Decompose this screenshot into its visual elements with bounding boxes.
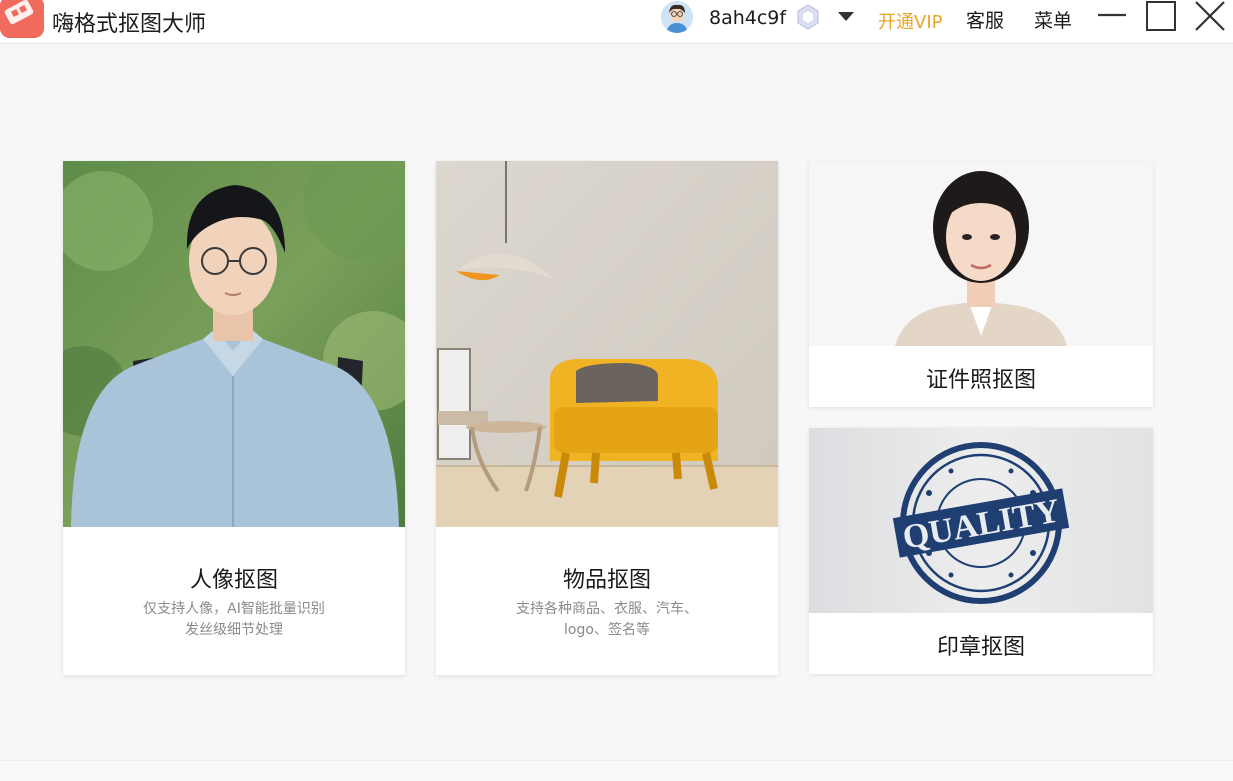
chevron-down-icon[interactable] <box>836 8 856 24</box>
app-title: 嗨格式抠图大师 <box>52 12 207 37</box>
stamp-image: QUALITY <box>809 428 1153 613</box>
id-photo-cutout-card[interactable]: 证件照抠图 <box>809 161 1153 407</box>
vip-badge-icon <box>795 3 821 31</box>
minimize-icon[interactable] <box>1094 0 1130 34</box>
portrait-card-title: 人像抠图 <box>189 568 278 593</box>
portrait-photo <box>63 161 405 527</box>
object-desc-line-2: logo、签名等 <box>564 622 650 638</box>
portrait-cutout-card[interactable]: 人像抠图 仅支持人像，AI智能批量识别 发丝级细节处理 <box>63 161 405 675</box>
portrait-desc-line-1: 仅支持人像，AI智能批量识别 <box>143 601 325 617</box>
menu-button[interactable]: 菜单 <box>1034 6 1072 33</box>
id-photo-image <box>809 161 1153 346</box>
status-bar <box>0 760 1233 781</box>
id-photo-card-title: 证件照抠图 <box>925 368 1036 393</box>
object-card-description: 支持各种商品、衣服、汽车、 logo、签名等 <box>436 599 778 641</box>
close-icon[interactable] <box>1192 0 1228 34</box>
portrait-card-description: 仅支持人像，AI智能批量识别 发丝级细节处理 <box>63 599 405 641</box>
open-vip-link[interactable]: 开通VIP <box>878 8 942 34</box>
maximize-icon[interactable] <box>1143 0 1179 34</box>
stamp-card-title: 印章抠图 <box>936 635 1025 660</box>
object-desc-line-1: 支持各种商品、衣服、汽车、 <box>516 601 698 617</box>
stamp-cutout-card[interactable]: QUALITY 印章抠图 <box>809 428 1153 674</box>
object-cutout-card[interactable]: 物品抠图 支持各种商品、衣服、汽车、 logo、签名等 <box>436 161 778 675</box>
title-bar: 嗨格式抠图大师 8ah4c9f 开通VIP 客服 菜单 <box>0 0 1233 44</box>
object-card-title: 物品抠图 <box>562 568 651 593</box>
username: 8ah4c9f <box>709 7 787 29</box>
portrait-desc-line-2: 发丝级细节处理 <box>185 622 283 638</box>
app-logo-icon <box>0 0 44 38</box>
user-avatar-icon[interactable] <box>661 1 693 33</box>
customer-service-button[interactable]: 客服 <box>966 6 1004 33</box>
object-photo <box>436 161 778 527</box>
